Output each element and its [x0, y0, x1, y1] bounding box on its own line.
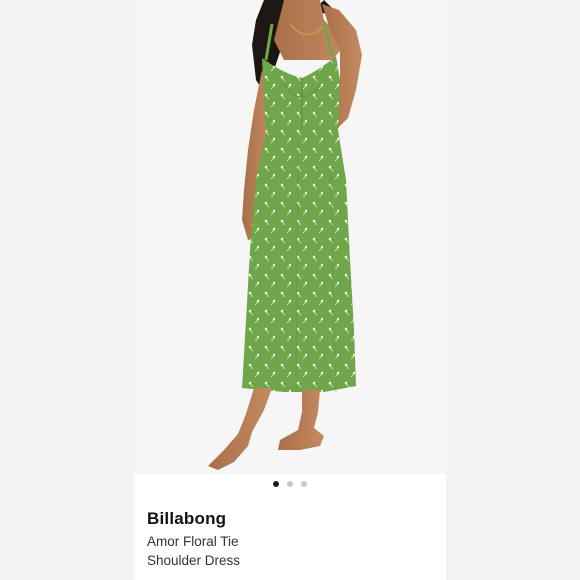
product-image-gallery[interactable] [134, 0, 446, 474]
product-photo [134, 0, 446, 474]
page: Billabong Amor Floral Tie Shoulder Dress [0, 0, 580, 580]
carousel-dot-3[interactable] [301, 481, 307, 487]
product-name[interactable]: Amor Floral Tie Shoulder Dress [147, 532, 267, 570]
carousel-dot-2[interactable] [287, 481, 293, 487]
brand-name[interactable]: Billabong [147, 508, 437, 530]
carousel-dot-1[interactable] [273, 481, 279, 487]
product-info: Billabong Amor Floral Tie Shoulder Dress [147, 508, 437, 570]
carousel-dots [134, 479, 446, 489]
product-card[interactable]: Billabong Amor Floral Tie Shoulder Dress [134, 0, 446, 580]
